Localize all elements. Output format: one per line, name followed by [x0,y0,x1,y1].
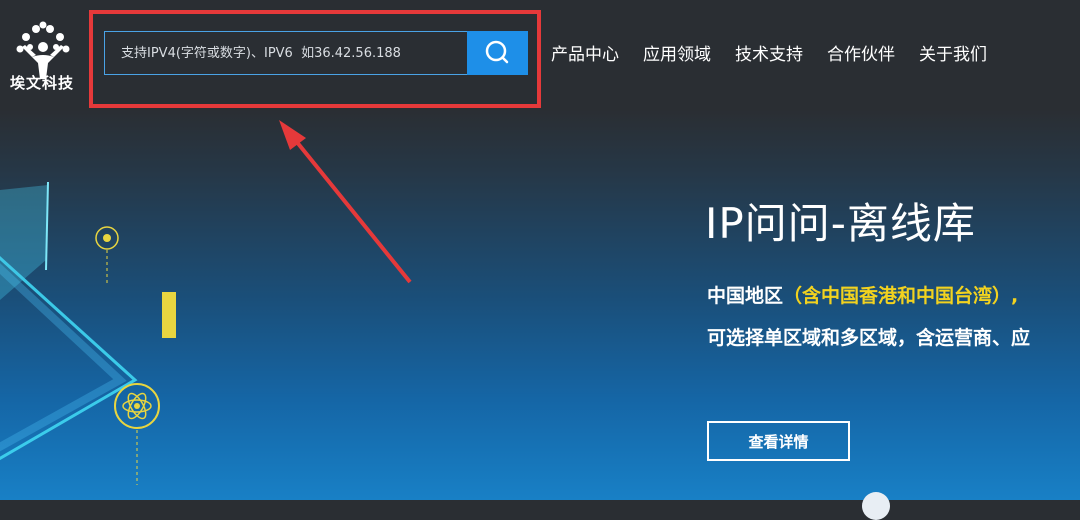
hero-title: IP问问-离线库 [705,199,976,248]
hero-line1-highlight: （含中国香港和中国台湾）, [783,285,1019,307]
hero-description-line2: 可选择单区域和多区域，含运营商、应 [707,327,1031,349]
view-details-button[interactable]: 查看详情 [707,421,850,461]
hero-description-line1: 中国地区（含中国香港和中国台湾）, [707,281,1018,308]
decorative-illustration [0,181,176,485]
search-icon [485,40,509,64]
scroll-indicator[interactable] [862,492,890,520]
hero-line1-prefix: 中国地区 [707,285,784,307]
nav-item-products[interactable]: 产品中心 [551,40,619,65]
nav-item-applications[interactable]: 应用领域 [643,40,711,65]
nav-item-partners[interactable]: 合作伙伴 [827,40,895,65]
nav-item-support[interactable]: 技术支持 [735,40,803,65]
search-button[interactable] [467,31,528,75]
main-nav: 产品中心 应用领域 技术支持 合作伙伴 关于我们 [551,40,1011,65]
nav-item-about[interactable]: 关于我们 [919,40,987,65]
